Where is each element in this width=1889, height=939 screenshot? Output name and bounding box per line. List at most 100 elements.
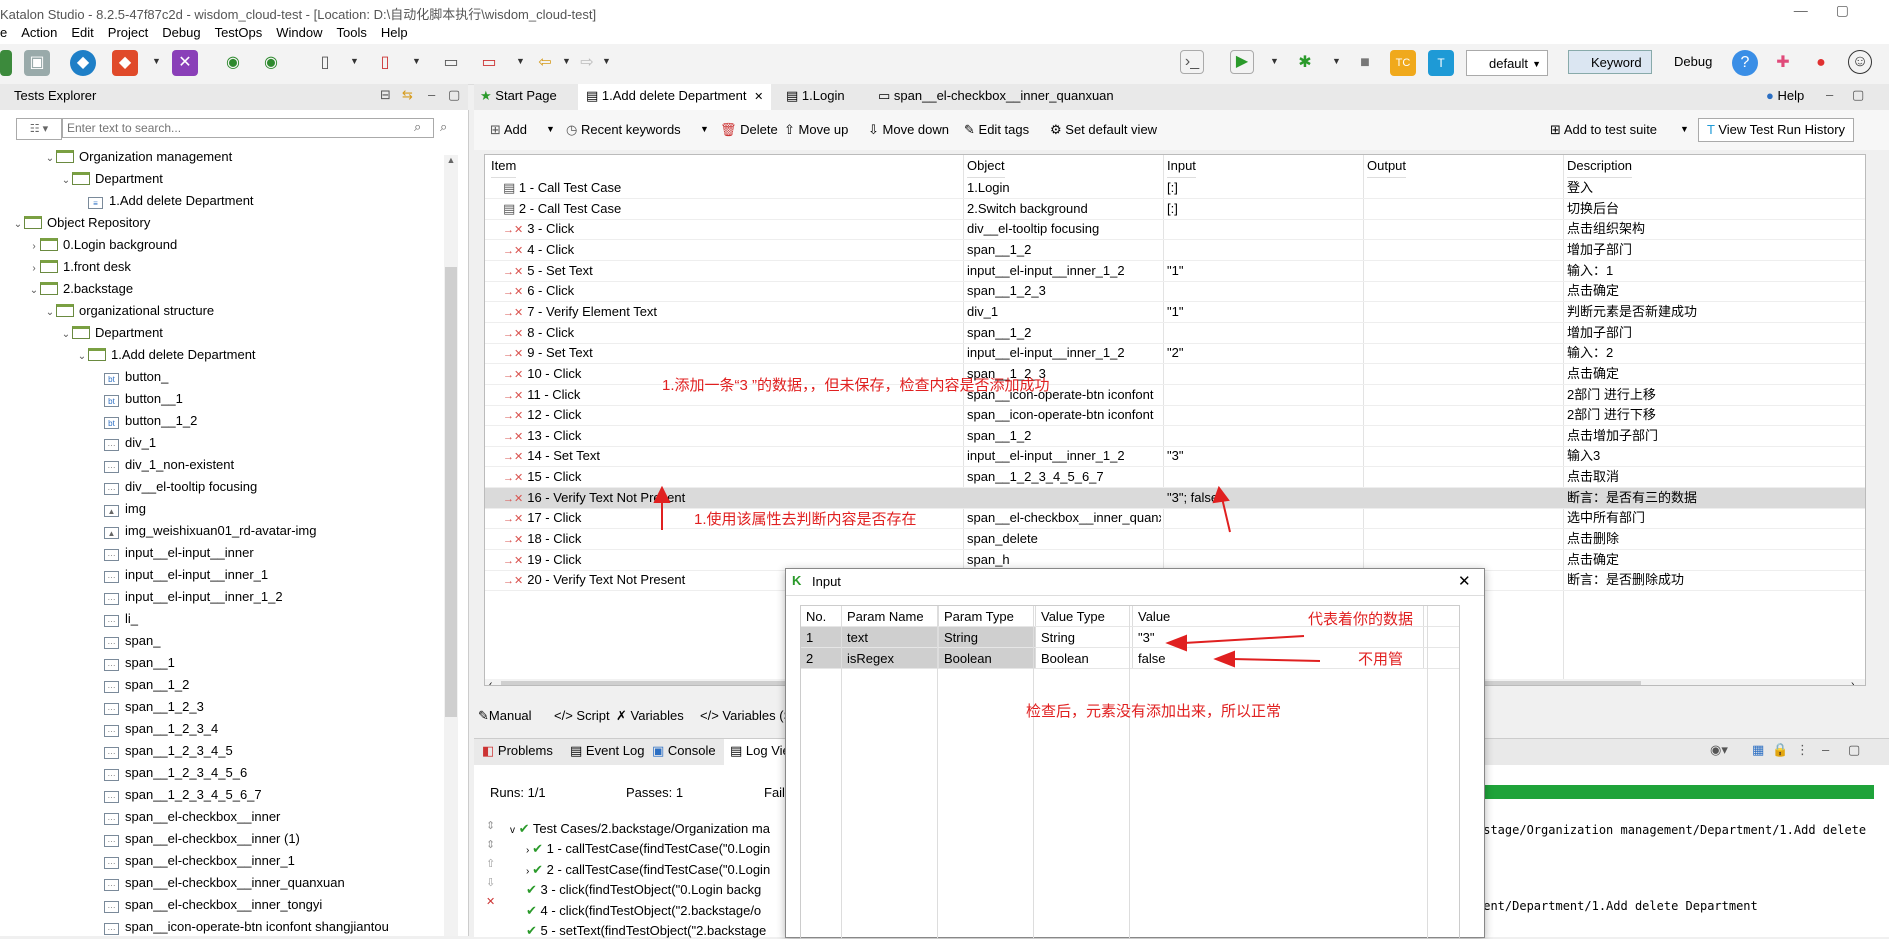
tree-item[interactable]: ··· span_	[92, 630, 160, 652]
menu-item-testops[interactable]: TestOps	[215, 24, 263, 40]
tab-manual[interactable]: ✎Manual	[478, 708, 532, 724]
log-item[interactable]: › ✔ 1 - callTestCase(findTestCase("0.Log…	[526, 841, 770, 857]
log-item[interactable]: ✔ 5 - setText(findTestObject("2.backstag…	[526, 923, 766, 939]
tree-item[interactable]: ··· span__1_2_3_4_5_6	[92, 762, 247, 784]
recent-dropdown-icon[interactable]: ▼	[700, 124, 709, 134]
test-step-row[interactable]: →✕ 8 - Click span__1_2 增加子部门	[485, 323, 1865, 344]
tree-item[interactable]: ··· span__1_2_3_4_5_6_7	[92, 784, 262, 806]
step-desc-cell[interactable]: 登入	[1567, 178, 1863, 198]
test-step-row[interactable]: →✕ 16 - Verify Text Not Present "3"; false…	[485, 487, 1865, 509]
expanded-arrow-icon[interactable]: ⌄	[44, 302, 56, 324]
screen-record-icon[interactable]: ▭	[476, 50, 502, 76]
test-step-row[interactable]: →✕ 13 - Click span__1_2 点击增加子部门	[485, 426, 1865, 447]
menu-item-edit[interactable]: Edit	[71, 24, 93, 40]
tree-item[interactable]: ··· span__el-checkbox__inner (1)	[92, 828, 300, 850]
dialog-close-icon[interactable]: ✕	[1458, 572, 1471, 590]
advanced-search-icon[interactable]: ⌕	[440, 119, 447, 135]
testops-icon[interactable]: T	[1428, 50, 1454, 76]
step-desc-cell[interactable]: 输入：1	[1567, 261, 1863, 281]
tree-item[interactable]: bt button_	[92, 366, 168, 388]
step-desc-cell[interactable]: 输入：2	[1567, 343, 1863, 363]
test-step-row[interactable]: ▤ 2 - Call Test Case 2.Switch background […	[485, 199, 1865, 220]
tree-item[interactable]: ··· span__el-checkbox__inner_1	[92, 850, 295, 872]
move-down-button[interactable]: ⇩ Move down	[868, 122, 949, 138]
plugin-icon[interactable]: ✕	[172, 50, 198, 76]
step-input-cell[interactable]: [:]	[1167, 199, 1361, 219]
step-object-cell[interactable]: input__el-input__inner_1_2	[967, 446, 1161, 466]
step-object-cell[interactable]: span__1_2_3	[967, 281, 1161, 301]
tree-item[interactable]: ⌄ Object Repository	[12, 212, 151, 236]
add-to-test-suite-button[interactable]: ⊞ Add to test suite	[1550, 122, 1657, 138]
column-header-input[interactable]: Input	[1167, 155, 1196, 178]
step-desc-cell[interactable]: 点击确定	[1567, 364, 1863, 384]
run-dropdown-icon[interactable]: ▼	[1270, 56, 1279, 66]
tree-item[interactable]: ··· div_1_non-existent	[92, 454, 234, 476]
add-suite-dropdown-icon[interactable]: ▼	[1680, 124, 1689, 134]
step-object-cell[interactable]: span__1_2	[967, 323, 1161, 343]
column-header-description[interactable]: Description	[1567, 155, 1633, 178]
keyword-perspective-button[interactable]: Keyword	[1568, 50, 1652, 74]
step-object-cell[interactable]: span__1_2	[967, 240, 1161, 260]
step-object-cell[interactable]: 1.Login	[967, 178, 1161, 198]
collapsed-arrow-icon[interactable]: ›	[28, 258, 40, 280]
set-default-view-button[interactable]: ⚙ Set default view	[1050, 122, 1157, 138]
editor-maximize-icon[interactable]: ▢	[1852, 87, 1864, 103]
tab-problems[interactable]: ◧ Problems	[482, 743, 553, 759]
log-item[interactable]: ✔ 4 - click(findTestObject("2.backstage/…	[526, 903, 761, 919]
console-minimize-icon[interactable]: –	[1822, 742, 1829, 757]
scroll-up-icon[interactable]: ▲	[446, 155, 456, 169]
next-icon[interactable]: ⇩	[486, 876, 495, 889]
mobile-record-icon[interactable]: ▯	[372, 50, 398, 76]
tab-span-checkbox-quanxuan[interactable]: ▭ span__el-checkbox__inner_quanxuan	[878, 88, 1114, 104]
forward-dropdown-icon[interactable]: ▼	[602, 56, 611, 66]
tree-item[interactable]: › 0.Login background	[28, 234, 177, 256]
minimize-icon[interactable]: –	[428, 87, 435, 102]
debug-perspective-button[interactable]: Debug	[1656, 50, 1712, 74]
step-object-cell[interactable]: 2.Switch background	[967, 199, 1161, 219]
explorer-search-input[interactable]	[62, 118, 434, 138]
tree-item[interactable]: ⌄ Department	[60, 322, 163, 344]
back-dropdown-icon[interactable]: ▼	[562, 56, 571, 66]
step-object-cell[interactable]: span_h	[967, 550, 1161, 570]
tab-variables[interactable]: ✗ Variables	[616, 708, 684, 724]
step-object-cell[interactable]: span__1_2	[967, 426, 1161, 446]
test-step-row[interactable]: →✕ 5 - Set Text input__el-input__inner_1_2…	[485, 261, 1865, 282]
tree-item[interactable]: ··· span__1_2_3_4	[92, 718, 218, 740]
tree-item[interactable]: › 1.front desk	[28, 256, 131, 278]
step-desc-cell[interactable]: 选中所有部门	[1567, 508, 1863, 528]
clear-icon[interactable]: ✕	[486, 895, 495, 908]
debug-run-icon[interactable]: ✱	[1292, 50, 1318, 76]
terminal-icon[interactable]: ›_	[1180, 50, 1204, 74]
step-desc-cell[interactable]: 点击取消	[1567, 467, 1863, 487]
add-button[interactable]: ⊞ Add	[490, 122, 527, 138]
window-controls[interactable]: —▢	[1794, 2, 1877, 19]
tree-item[interactable]: ⌄ 1.Add delete Department	[76, 344, 256, 366]
tree-item[interactable]: ··· span__1_2_3	[92, 696, 204, 718]
step-desc-cell[interactable]: 判断元素是否新建成功	[1567, 302, 1863, 322]
tab-script[interactable]: </> Script	[554, 708, 610, 723]
tree-item[interactable]: ▲ img_weishixuan01_rd-avatar-img	[92, 520, 316, 542]
step-object-cell[interactable]: span_delete	[967, 529, 1161, 549]
step-input-cell[interactable]: "3"	[1167, 446, 1361, 466]
tree-item[interactable]: ··· li_	[92, 608, 138, 630]
log-item[interactable]: › ✔ 2 - callTestCase(findTestCase("0.Log…	[526, 862, 770, 878]
help-link[interactable]: ● Help	[1766, 88, 1804, 103]
step-object-cell[interactable]: input__el-input__inner_1_2	[967, 343, 1161, 363]
step-desc-cell[interactable]: 输入3	[1567, 446, 1863, 466]
test-step-row[interactable]: →✕ 7 - Verify Element Text div_1 "1" 判断元素是否新…	[485, 302, 1865, 323]
prev-icon[interactable]: ⇧	[486, 857, 495, 870]
account-icon[interactable]: ☺	[1848, 50, 1872, 74]
step-input-cell[interactable]: "1"	[1167, 302, 1361, 322]
step-desc-cell[interactable]: 断言：是否删除成功	[1567, 570, 1863, 590]
collapsed-arrow-icon[interactable]: ›	[28, 236, 40, 258]
close-tab-icon[interactable]: ✕	[754, 91, 763, 103]
test-step-row[interactable]: →✕ 6 - Click span__1_2_3 点击确定	[485, 281, 1865, 303]
menu-item-debug[interactable]: Debug	[162, 24, 200, 40]
tree-item[interactable]: ··· input__el-input__inner	[92, 542, 254, 564]
forward-icon[interactable]: ⇨	[574, 50, 600, 76]
column-header-item[interactable]: Item	[491, 155, 517, 178]
expanded-arrow-icon[interactable]: ⌄	[12, 214, 24, 236]
tree-item[interactable]: ⌄ organizational structure	[44, 300, 214, 322]
tab-event-log[interactable]: ▤ Event Log	[570, 743, 644, 759]
add-dropdown-icon[interactable]: ▼	[546, 124, 555, 134]
